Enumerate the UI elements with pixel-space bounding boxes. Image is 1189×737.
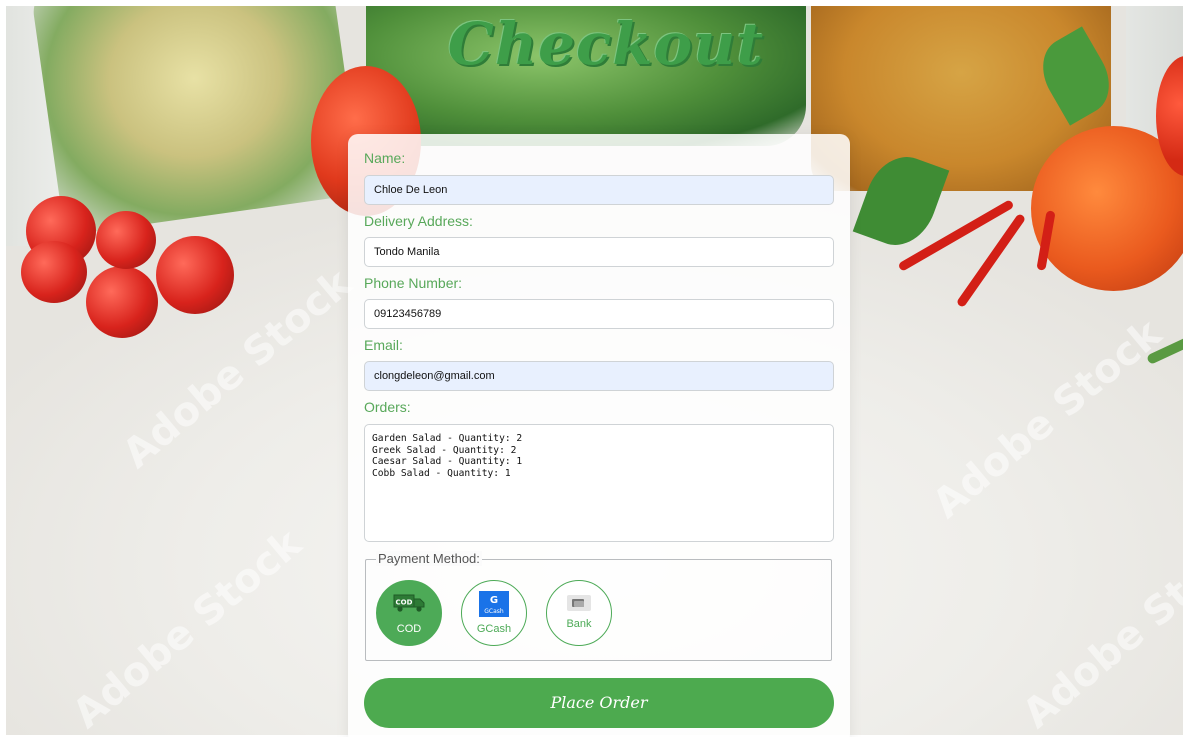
email-label: Email: — [364, 337, 403, 353]
gcash-icon-text: GCash — [484, 608, 504, 615]
order-line: Caesar Salad - Quantity: 1 — [372, 456, 523, 468]
payment-option-label: Bank — [566, 618, 592, 630]
tomato-decoration — [156, 236, 234, 314]
orders-textarea[interactable]: Garden Salad - Quantity: 2 Greek Salad -… — [364, 424, 834, 542]
watermark: Adobe Stock — [64, 520, 311, 735]
watermark: Adobe Stock — [1014, 520, 1183, 735]
order-line: Garden Salad - Quantity: 2 — [372, 433, 523, 444]
name-label: Name: — [364, 150, 406, 166]
gcash-logo-icon: G GCash — [478, 590, 510, 622]
heirloom-tomato-decoration — [1031, 126, 1183, 291]
payment-option-label: COD — [396, 623, 422, 635]
email-input[interactable]: clongdeleon@gmail.com — [364, 361, 834, 391]
delivery-address-label: Delivery Address: — [364, 213, 473, 229]
delivery-truck-icon: COD — [393, 593, 425, 617]
payment-option-gcash[interactable]: G GCash GCash — [461, 580, 527, 646]
order-line: Cobb Salad - Quantity: 1 — [372, 467, 511, 479]
orders-label: Orders: — [364, 399, 411, 415]
phone-number-label: Phone Number: — [364, 275, 463, 291]
name-input[interactable]: Chloe De Leon — [364, 175, 834, 205]
payment-option-label: GCash — [476, 623, 512, 635]
phone-number-input[interactable]: 09123456789 — [364, 299, 834, 329]
payment-option-bank[interactable]: Bank — [546, 580, 612, 646]
place-order-button[interactable]: Place Order — [364, 678, 834, 728]
watermark: Adobe Stock — [924, 310, 1171, 528]
order-line: Greek Salad - Quantity: 2 — [372, 444, 517, 456]
svg-text:G: G — [490, 595, 498, 606]
bank-card-icon — [566, 594, 592, 616]
page-title: Checkout — [447, 10, 765, 78]
tomato-decoration — [21, 241, 87, 303]
checkout-form: Name: Chloe De Leon Delivery Address: To… — [348, 134, 850, 737]
tomato-decoration — [96, 211, 156, 269]
stem-decoration — [1145, 336, 1183, 366]
cod-icon-text: COD — [396, 599, 413, 607]
delivery-address-input[interactable]: Tondo Manila — [364, 237, 834, 267]
tomato-decoration — [86, 266, 158, 338]
payment-method-legend: Payment Method: — [376, 551, 482, 566]
payment-method-group: Payment Method: COD COD G GCash GCash Ba… — [365, 551, 832, 661]
payment-option-cod[interactable]: COD COD — [376, 580, 442, 646]
